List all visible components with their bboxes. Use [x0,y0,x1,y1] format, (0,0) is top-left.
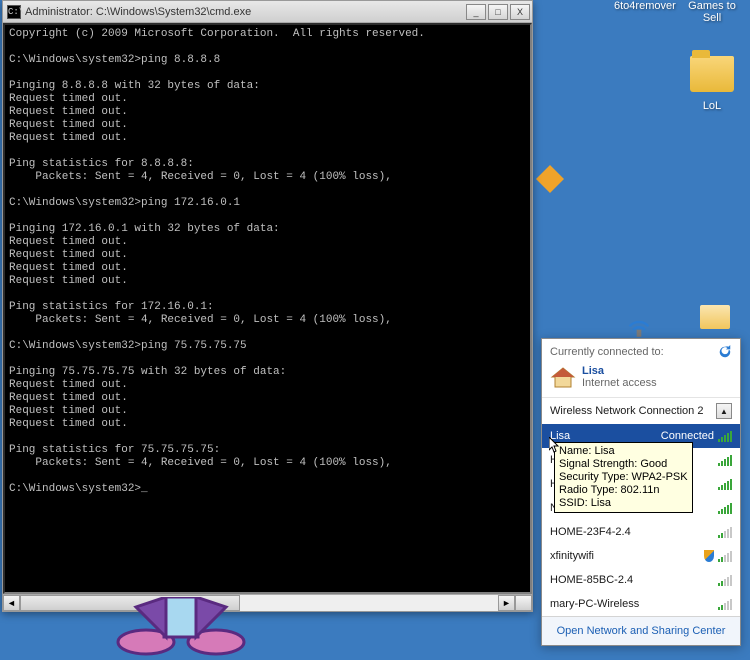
scroll-left-button[interactable]: ◄ [3,595,20,611]
current-connection[interactable]: Lisa Internet access [542,365,740,397]
network-name: mary-PC-Wireless [550,598,639,610]
signal-icon [718,574,732,586]
current-network-status: Internet access [582,377,657,389]
network-state: Connected [661,430,714,442]
refresh-icon[interactable] [718,345,732,359]
minimize-button[interactable]: _ [466,4,486,20]
star-icon [536,165,564,193]
titlebar[interactable]: C:\ Administrator: C:\Windows\System32\c… [3,1,532,23]
desktop-icon-label: LoL [703,100,721,112]
tray-wifi-icon[interactable] [625,310,653,338]
signal-icon [718,454,732,466]
network-item[interactable]: xfinitywifi [542,544,740,568]
network-name: xfinitywifi [550,550,594,562]
maximize-button[interactable]: □ [488,4,508,20]
flyout-header: Currently connected to: [550,346,664,358]
terminal-output[interactable]: Copyright (c) 2009 Microsoft Corporation… [3,23,532,594]
signal-icon [718,430,732,442]
resize-grip[interactable] [515,595,532,611]
folder-icon [688,50,736,98]
desktop-icon-games-to-sell[interactable]: Games to Sell [682,0,742,24]
signal-icon [718,526,732,538]
network-flyout: Currently connected to: Lisa Internet ac… [541,338,741,646]
desktop-icon-label: Games to Sell [688,0,736,24]
desktop-icon-lol[interactable]: LoL [682,50,742,112]
network-item[interactable]: mary-PC-Wireless [542,592,740,616]
shield-icon [704,550,714,562]
desktop-icon-6to4remover[interactable]: 6to4remover [614,0,674,12]
network-name: HOME-23F4-2.4 [550,526,631,538]
network-tooltip: Name: Lisa Signal Strength: Good Securit… [554,442,693,513]
home-network-icon [550,367,576,389]
window-title: Administrator: C:\Windows\System32\cmd.e… [25,6,466,18]
section-header: Wireless Network Connection 2 ▲ [542,397,740,424]
tray-explorer-icon[interactable] [700,305,730,329]
collapse-button[interactable]: ▲ [716,403,732,419]
network-item-selected[interactable]: Lisa Connected Name: Lisa Signal Strengt… [542,424,740,448]
signal-icon [718,598,732,610]
cmd-icon: C:\ [7,5,21,19]
scroll-right-button[interactable]: ► [498,595,515,611]
open-network-center-link[interactable]: Open Network and Sharing Center [542,616,740,645]
network-item[interactable]: HOME-85BC-2.4 [542,568,740,592]
signal-icon [718,502,732,514]
network-name: HOME-85BC-2.4 [550,574,633,586]
desktop-icon-label: 6to4remover [614,0,676,12]
signal-icon [718,478,732,490]
signal-icon [718,550,732,562]
cursor-icon [549,437,561,453]
close-button[interactable]: X [510,4,530,20]
decorative-sprite [86,597,286,657]
network-item[interactable]: HOME-23F4-2.4 [542,520,740,544]
current-network-name: Lisa [582,365,657,377]
section-title: Wireless Network Connection 2 [550,405,703,417]
cmd-window: C:\ Administrator: C:\Windows\System32\c… [2,0,533,612]
